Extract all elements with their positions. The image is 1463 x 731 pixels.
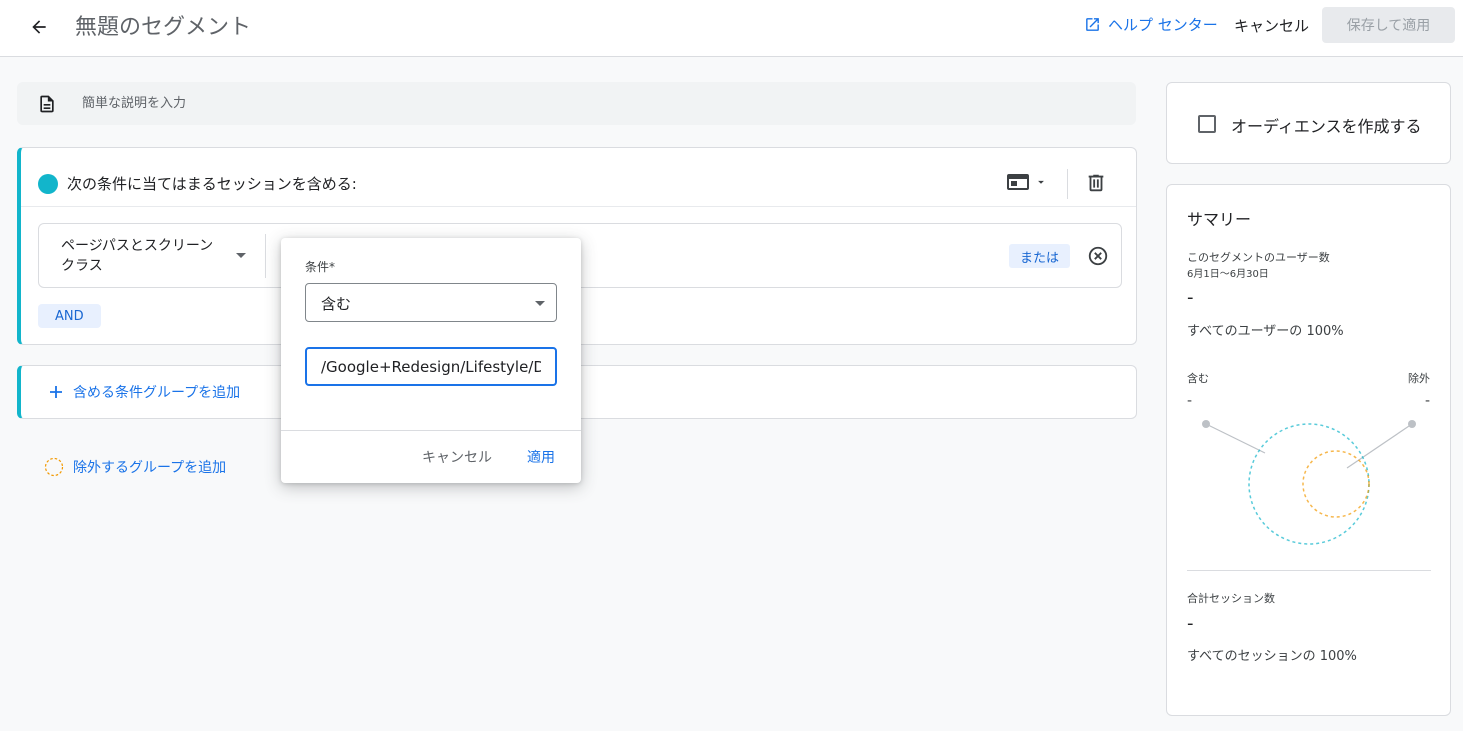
header-divider — [1067, 169, 1068, 199]
help-center-link[interactable]: ヘルプ センター — [1084, 14, 1218, 35]
create-audience-label: オーディエンスを作成する — [1231, 117, 1422, 136]
segment-users-percent: すべてのユーザーの 100% — [1187, 324, 1344, 339]
group-header: 次の条件に当てはまるセッションを含める: — [21, 148, 1136, 207]
include-circle — [1248, 423, 1370, 545]
venn-diagram — [1202, 420, 1416, 545]
audience-card: オーディエンスを作成する — [1166, 82, 1451, 164]
cancel-button[interactable]: キャンセル — [1234, 15, 1309, 36]
condition-scope-button[interactable] — [1006, 172, 1048, 192]
summary-title: サマリー — [1187, 210, 1252, 229]
segment-users-label: このセグメントのユーザー数 — [1187, 251, 1330, 264]
group-title: 次の条件に当てはまるセッションを含める: — [67, 175, 357, 193]
back-button[interactable] — [24, 12, 54, 42]
condition-label: 条件* — [305, 260, 336, 274]
save-and-apply-button[interactable]: 保存して適用 — [1322, 7, 1455, 43]
popup-apply-button[interactable]: 適用 — [527, 447, 555, 467]
remove-condition-button[interactable] — [1087, 245, 1109, 271]
caret-down-icon — [535, 301, 545, 306]
plus-icon — [50, 386, 62, 398]
include-pointer-line — [1205, 423, 1266, 454]
add-exclude-group-label: 除外するグループを追加 — [73, 460, 227, 476]
exclude-pointer-line — [1346, 423, 1413, 469]
caret-down-icon — [236, 253, 246, 258]
dashed-circle-icon — [44, 457, 64, 477]
condition-value-input[interactable] — [305, 347, 557, 386]
dimension-select[interactable]: ページパスとスクリーン クラス — [39, 224, 265, 287]
arrow-back-icon — [32, 20, 46, 34]
popup-divider — [281, 430, 581, 431]
include-label: 含む — [1187, 372, 1209, 385]
total-sessions-label: 合計セッション数 — [1187, 592, 1275, 605]
description-field — [17, 82, 1136, 125]
page-title: 無題のセグメント — [75, 15, 252, 40]
chevron-down-icon — [1038, 180, 1044, 184]
date-range: 6月1日～6月30日 — [1187, 269, 1269, 280]
segment-users-value: - — [1187, 287, 1194, 308]
exclude-label: 除外 — [1408, 372, 1430, 385]
popup-cancel-button[interactable]: キャンセル — [422, 447, 492, 467]
help-center-label: ヘルプ センター — [1108, 16, 1218, 34]
top-bar: 無題のセグメント ヘルプ センター キャンセル 保存して適用 — [0, 0, 1463, 57]
add-exclude-group-button[interactable]: 除外するグループを追加 — [44, 457, 226, 477]
include-indicator-dot — [38, 174, 58, 194]
description-input[interactable] — [82, 82, 1082, 125]
trash-icon — [1088, 174, 1104, 192]
exclude-pointer-dot — [1408, 420, 1416, 428]
exclude-circle — [1302, 450, 1370, 518]
dimension-divider — [265, 234, 266, 278]
total-sessions-value: - — [1187, 613, 1194, 634]
scope-icon — [1007, 174, 1029, 190]
add-include-group-label: 含める条件グループを追加 — [73, 385, 241, 401]
create-audience-checkbox[interactable] — [1198, 115, 1216, 133]
include-pointer-dot — [1202, 420, 1210, 428]
match-type-value: 含む — [321, 295, 352, 313]
open-in-new-icon — [1086, 18, 1099, 31]
add-include-group-content: 含める条件グループを追加 — [48, 382, 240, 402]
description-icon — [40, 95, 54, 113]
dimension-label: ページパスとスクリーン クラス — [61, 238, 214, 274]
or-button[interactable]: または — [1009, 244, 1071, 268]
cancel-circle-icon — [1088, 246, 1108, 266]
and-button[interactable]: AND — [38, 304, 101, 328]
summary-divider — [1187, 570, 1431, 571]
summary-panel: サマリー このセグメントのユーザー数 6月1日～6月30日 - すべてのユーザー… — [1166, 184, 1451, 716]
delete-group-button[interactable] — [1085, 171, 1107, 199]
match-type-select[interactable]: 含む — [305, 283, 557, 322]
total-sessions-percent: すべてのセッションの 100% — [1187, 649, 1357, 664]
condition-popup: 条件* 含む キャンセル 適用 — [281, 238, 581, 483]
